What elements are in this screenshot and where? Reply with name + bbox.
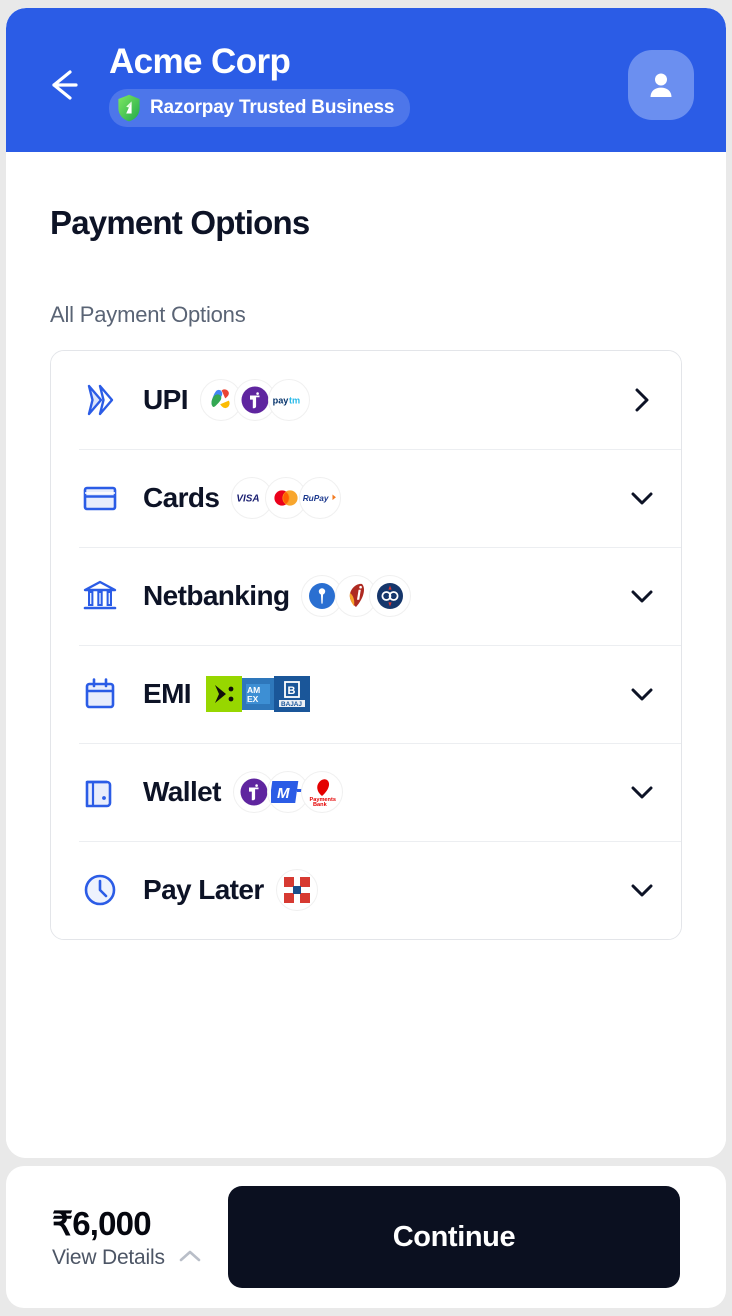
view-details-button[interactable]: View Details (52, 1246, 203, 1270)
merchant-info: Acme Corp Razorpay Trusted Business (109, 41, 411, 127)
total-amount: ₹6,000 (52, 1205, 152, 1242)
section-label: All Payment Options (50, 302, 246, 327)
svg-text:BAJAJ: BAJAJ (281, 701, 302, 708)
svg-text:Bank: Bank (313, 802, 328, 808)
arrow-left-icon (52, 70, 78, 100)
checkout-header: Acme Corp Razorpay Trusted Business (6, 8, 726, 152)
brand-logos (301, 575, 412, 617)
shield-icon (118, 94, 140, 122)
merchant-name: Acme Corp (109, 42, 291, 81)
credit-card-icon (79, 477, 121, 519)
option-label: Cards (143, 482, 220, 513)
option-label: EMI (143, 678, 192, 709)
chevron-down-icon (625, 775, 659, 809)
back-button[interactable] (42, 62, 88, 108)
bank-icon (79, 575, 121, 617)
checkout-screen: Acme Corp Razorpay Trusted Business Paym… (0, 0, 732, 1316)
chevron-right-icon (625, 383, 659, 417)
chevron-down-icon (625, 579, 659, 613)
brand-logo-bank-of-baroda (369, 575, 412, 617)
option-label: Netbanking (143, 580, 290, 611)
brand-logos: VISA RuPay (231, 477, 342, 519)
svg-text:B: B (287, 685, 295, 697)
brand-logos (275, 869, 318, 911)
checkout-modal: Acme Corp Razorpay Trusted Business Paym… (6, 8, 726, 1158)
svg-text:tm: tm (289, 395, 300, 405)
trusted-business-badge: Razorpay Trusted Business (109, 89, 411, 127)
brand-logo-bajaj: B BAJAJ (271, 673, 313, 715)
trusted-business-label: Razorpay Trusted Business (150, 97, 395, 118)
amount-summary: ₹6,000 View Details (52, 1204, 203, 1270)
option-label: Wallet (143, 776, 221, 807)
chevron-down-icon (625, 873, 659, 907)
option-label: UPI (143, 384, 188, 415)
chevron-up-icon (177, 1248, 203, 1269)
brand-logos: AM EX B BAJAJ (203, 673, 313, 715)
chevron-down-icon (625, 677, 659, 711)
payment-options-list: UPI pay tm Cards VISA RuPay Netbanking E… (50, 350, 682, 940)
view-details-label: View Details (52, 1246, 165, 1269)
profile-button[interactable] (628, 50, 694, 120)
brand-logos: pay tm (199, 379, 310, 421)
svg-text:VISA: VISA (237, 494, 260, 505)
brand-logo-paytm: pay tm (267, 379, 310, 421)
brand-logo-kotak (275, 869, 318, 911)
calendar-icon (79, 673, 121, 715)
payment-option-emi[interactable]: EMI AM EX B BAJAJ (51, 645, 681, 743)
chevron-down-icon (625, 481, 659, 515)
upi-arrows-icon (79, 379, 121, 421)
payment-option-netbanking[interactable]: Netbanking (51, 547, 681, 645)
page-title: Payment Options (50, 204, 310, 241)
checkout-footer: ₹6,000 View Details Continue (6, 1166, 726, 1308)
svg-text:EX: EX (247, 694, 259, 704)
wallet-icon (79, 771, 121, 813)
clock-icon (79, 869, 121, 911)
payment-option-wallet[interactable]: Wallet M Payments Bank (51, 743, 681, 841)
option-label: Pay Later (143, 874, 264, 905)
svg-text:M: M (277, 785, 290, 802)
checkout-body: Payment Options All Payment Options UPI (6, 152, 726, 1158)
continue-button[interactable]: Continue (228, 1186, 680, 1288)
user-icon (650, 73, 672, 97)
payment-option-cards[interactable]: Cards VISA RuPay (51, 449, 681, 547)
payment-option-paylater[interactable]: Pay Later (51, 841, 681, 939)
brand-logos: M Payments Bank (232, 771, 343, 813)
brand-logo-airtel-payments-bank: Payments Bank (300, 771, 343, 813)
svg-text:pay: pay (273, 395, 290, 405)
brand-logo-rupay: RuPay (299, 477, 342, 519)
svg-text:RuPay: RuPay (303, 493, 329, 503)
payment-option-upi[interactable]: UPI pay tm (51, 351, 681, 449)
